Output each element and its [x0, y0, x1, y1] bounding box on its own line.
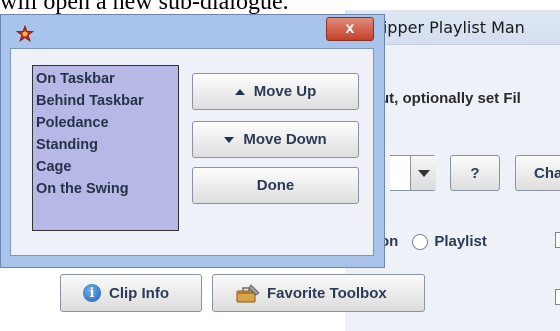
list-item[interactable]: On the Swing — [36, 178, 178, 200]
clip-info-label: Clip Info — [109, 284, 169, 302]
clip-info-button[interactable]: i Clip Info — [60, 274, 202, 312]
app-logo-icon — [16, 25, 34, 43]
list-item[interactable]: Standing — [36, 134, 178, 156]
move-down-label: Move Down — [243, 131, 327, 148]
move-up-button[interactable]: Move Up — [192, 73, 359, 110]
option-checkbox[interactable] — [555, 232, 560, 248]
source-radio-group: on Playlist — [380, 233, 487, 250]
dialog-content: On Taskbar Behind Taskbar Poledance Stan… — [10, 48, 374, 256]
dialog-titlebar[interactable]: x — [1, 15, 384, 49]
done-button[interactable]: Done — [192, 167, 359, 204]
list-item[interactable]: Cage — [36, 156, 178, 178]
change-button[interactable]: Cha — [515, 155, 560, 191]
playlist-radio-label[interactable]: Playlist — [434, 233, 487, 250]
favorite-toolbox-button[interactable]: Favorite Toolbox — [212, 274, 425, 312]
close-button[interactable]: x — [326, 17, 374, 41]
favorite-toolbox-label: Favorite Toolbox — [267, 284, 387, 302]
list-item[interactable]: Poledance — [36, 112, 178, 134]
position-list[interactable]: On Taskbar Behind Taskbar Poledance Stan… — [32, 65, 179, 231]
move-down-button[interactable]: Move Down — [192, 121, 359, 158]
window-title: tripper Playlist Man — [370, 18, 525, 37]
chevron-down-icon[interactable] — [410, 156, 436, 190]
toolbox-icon — [236, 284, 260, 303]
position-sub-dialog: x On Taskbar Behind Taskbar Poledance St… — [0, 14, 385, 268]
filter-combo[interactable] — [390, 155, 436, 191]
option-checkbox[interactable] — [555, 289, 560, 305]
arrow-up-icon — [234, 88, 245, 95]
help-button[interactable]: ? — [450, 155, 500, 191]
move-up-label: Move Up — [253, 83, 317, 100]
playlist-radio[interactable] — [412, 233, 429, 250]
arrow-down-icon — [224, 136, 235, 143]
info-icon: i — [83, 284, 101, 302]
list-item[interactable]: Behind Taskbar — [36, 90, 178, 112]
filter-label: ut, optionally set Fil — [380, 90, 521, 107]
list-item[interactable]: On Taskbar — [36, 68, 178, 90]
